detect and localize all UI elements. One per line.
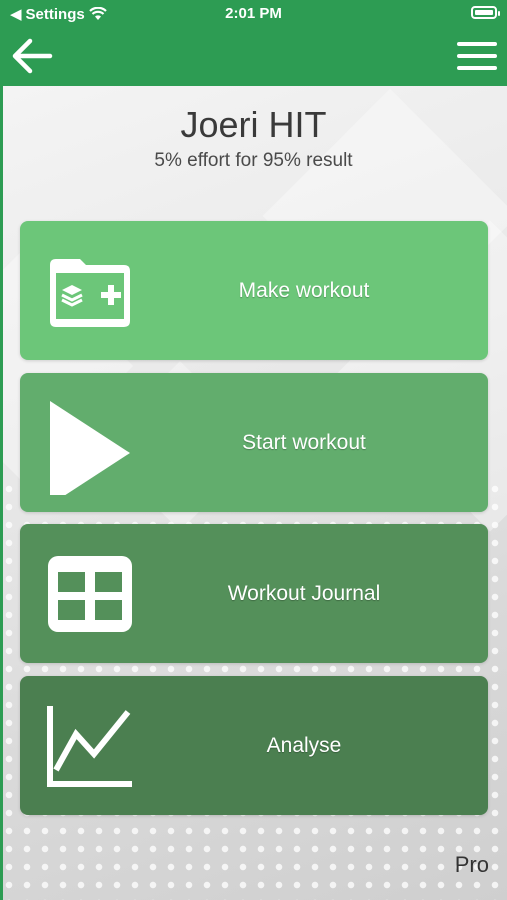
menu-line-icon [457,66,497,70]
app-title: Joeri HIT [180,104,327,145]
battery-icon [471,6,500,19]
table-grid-icon [48,556,132,632]
menu-line-icon [457,54,497,58]
play-icon [50,401,130,495]
analyse-button[interactable]: Analyse [20,676,488,815]
workout-journal-button[interactable]: Workout Journal [20,524,488,663]
arrow-left-icon [12,38,53,74]
make-workout-button[interactable]: Make workout [20,221,488,360]
status-bar: ◀ Settings 2:01 PM [0,0,507,28]
menu-line-icon [457,42,497,46]
status-time: 2:01 PM [225,5,282,22]
start-workout-button[interactable]: Start workout [20,373,488,512]
pro-label[interactable]: Pro [455,852,489,878]
analyse-label: Analyse [266,734,342,757]
workout-journal-label: Workout Journal [227,582,381,605]
top-bar: ◀ Settings 2:01 PM [0,0,507,86]
line-chart-icon [47,706,132,787]
app-subtitle: 5% effort for 95% result [154,150,353,171]
make-workout-label: Make workout [238,279,370,302]
folder-add-icon [50,259,130,327]
hamburger-menu-button[interactable] [457,40,497,72]
back-button[interactable] [10,36,54,76]
start-workout-label: Start workout [242,431,366,454]
left-edge-accent [0,86,3,900]
